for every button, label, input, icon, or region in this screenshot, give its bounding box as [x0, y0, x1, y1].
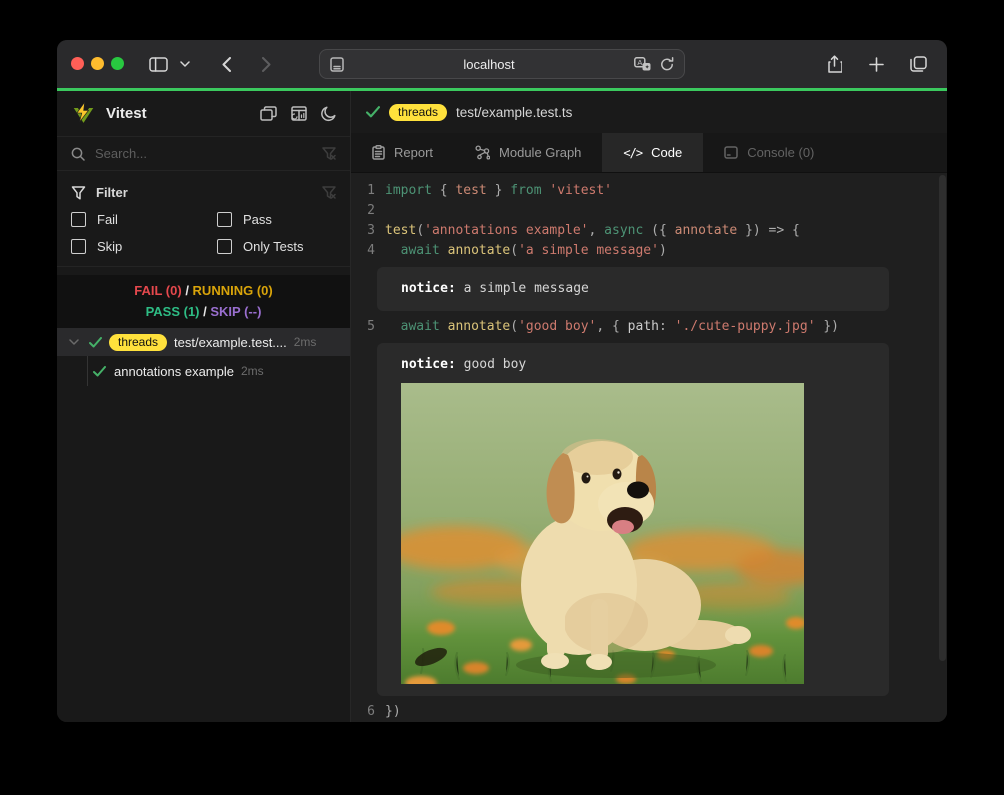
scrollbar-thumb[interactable] — [939, 175, 946, 661]
code-line: 6}) — [351, 702, 947, 722]
filter-label: Filter — [96, 185, 128, 200]
panels-icon[interactable] — [260, 106, 277, 122]
checkbox-box[interactable] — [217, 239, 232, 254]
test-file-name: test/example.test.... — [174, 335, 287, 350]
translate-icon[interactable]: A✦ — [634, 57, 651, 71]
console-icon — [724, 146, 738, 159]
maximize-window-button[interactable] — [111, 57, 124, 70]
pool-badge: threads — [109, 334, 167, 351]
annotation-notice: notice: a simple message — [377, 267, 889, 311]
share-icon[interactable] — [821, 51, 847, 77]
test-case-row[interactable]: annotations example 2ms — [57, 356, 350, 386]
code-line: 3test('annotations example', async ({ an… — [351, 221, 947, 241]
checkbox-box[interactable] — [71, 212, 86, 227]
svg-text:A: A — [637, 58, 642, 67]
code-icon: </> — [623, 146, 642, 160]
minimize-window-button[interactable] — [91, 57, 104, 70]
check-icon — [366, 106, 380, 118]
check-icon — [89, 337, 102, 348]
svg-text:✦: ✦ — [645, 64, 650, 71]
sidebar-toggle-icon[interactable] — [145, 51, 171, 77]
annotation-text: notice: good boy — [401, 355, 865, 375]
test-case-name: annotations example — [114, 364, 234, 379]
search-icon — [71, 147, 85, 161]
checkbox-box[interactable] — [71, 239, 86, 254]
code-line: 5 await annotate('good boy', { path: './… — [351, 317, 947, 337]
tab-overview-icon[interactable] — [905, 51, 931, 77]
tab-module-graph[interactable]: Module Graph — [454, 133, 602, 172]
run-summary: FAIL (0) / RUNNING (0) PASS (1) / SKIP (… — [57, 275, 350, 328]
filter-section: Filter Fail Pass Skip Only Tests — [57, 171, 350, 267]
main-panel: threads test/example.test.ts Report Modu… — [351, 91, 947, 722]
reload-icon[interactable] — [660, 57, 674, 72]
code-line: 1import { test } from 'vitest' — [351, 181, 947, 201]
test-tree: threads test/example.test.... 2ms annota… — [57, 328, 350, 722]
checkbox-box[interactable] — [217, 212, 232, 227]
tab-report[interactable]: Report — [351, 133, 454, 172]
browser-window: localhost A✦ — [57, 40, 947, 722]
search-input[interactable]: Search... — [95, 146, 312, 161]
clear-search-filter-icon[interactable] — [322, 147, 336, 160]
clear-filter-icon[interactable] — [322, 186, 336, 199]
forward-button[interactable] — [253, 51, 279, 77]
code-viewer[interactable]: 1import { test } from 'vitest'23test('an… — [351, 173, 947, 722]
line-number: 4 — [351, 241, 375, 261]
line-number: 2 — [351, 201, 375, 221]
new-tab-icon[interactable] — [863, 51, 889, 77]
file-path: test/example.test.ts — [456, 105, 572, 120]
module-graph-icon — [475, 145, 490, 160]
tab-code[interactable]: </> Code — [602, 133, 703, 172]
report-icon — [372, 145, 385, 160]
line-number: 1 — [351, 181, 375, 201]
test-file-row[interactable]: threads test/example.test.... 2ms — [57, 328, 350, 356]
checkbox-fail[interactable]: Fail — [71, 212, 217, 227]
dashboard-icon[interactable] — [291, 106, 307, 122]
annotation-notice: notice: good boy — [377, 343, 889, 696]
skip-count: SKIP (--) — [210, 304, 261, 319]
test-duration: 2ms — [241, 364, 264, 378]
pool-badge: threads — [389, 104, 447, 121]
checkbox-pass[interactable]: Pass — [217, 212, 336, 227]
checkbox-skip[interactable]: Skip — [71, 239, 217, 254]
sidebar: Vitest Search... — [57, 91, 351, 722]
traffic-lights — [71, 57, 124, 70]
line-number: 6 — [351, 702, 375, 722]
moon-icon[interactable] — [321, 106, 336, 122]
page-icon — [330, 57, 344, 72]
line-number: 3 — [351, 221, 375, 241]
tab-console[interactable]: Console (0) — [703, 133, 835, 172]
vitest-logo-icon — [71, 101, 96, 126]
checkbox-only-tests[interactable]: Only Tests — [217, 239, 336, 254]
chevron-down-icon[interactable] — [177, 51, 193, 77]
pass-count: PASS (1) — [146, 304, 200, 319]
funnel-icon — [71, 186, 86, 200]
address-bar[interactable]: localhost A✦ — [319, 49, 685, 79]
back-button[interactable] — [213, 51, 239, 77]
line-number: 5 — [351, 317, 375, 337]
file-header: threads test/example.test.ts — [351, 91, 947, 133]
url-text: localhost — [344, 57, 634, 72]
browser-toolbar: localhost A✦ — [57, 40, 947, 88]
chevron-down-icon[interactable] — [65, 339, 83, 345]
close-window-button[interactable] — [71, 57, 84, 70]
search-row: Search... — [57, 137, 350, 171]
fail-count: FAIL (0) — [134, 283, 181, 298]
indent-guide — [87, 356, 88, 386]
check-icon — [93, 366, 106, 377]
tab-bar: Report Module Graph </> Code Console — [351, 133, 947, 173]
running-count: RUNNING (0) — [193, 283, 273, 298]
cute-puppy-image — [401, 383, 804, 684]
code-line: 2 — [351, 201, 947, 221]
app-title: Vitest — [106, 105, 260, 122]
code-line: 4 await annotate('a simple message') — [351, 241, 947, 261]
test-duration: 2ms — [294, 335, 317, 349]
annotation-text: notice: a simple message — [401, 279, 865, 299]
